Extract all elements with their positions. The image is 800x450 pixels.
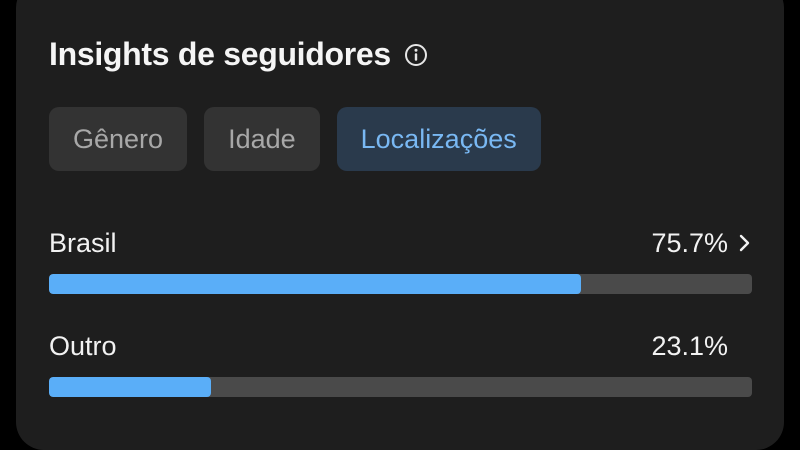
tab-genero[interactable]: Gênero [49,107,188,171]
location-percentage: 75.7% [651,227,728,258]
chevron-right-icon[interactable] [738,233,752,253]
location-label: Brasil [49,227,117,258]
header: Insights de seguidores [49,36,429,73]
info-circle-icon[interactable] [403,42,429,68]
progress-track [49,377,752,397]
page-title: Insights de seguidores [49,36,391,72]
progress-fill [49,377,212,397]
location-row-brasil[interactable]: Brasil 75.7% [49,225,752,294]
location-label: Outro [49,330,117,361]
location-row-outro: Outro 23.1% [49,328,752,397]
tab-bar: Gênero Idade Localizações [49,107,541,171]
tab-localizacoes[interactable]: Localizações [336,107,541,171]
progress-track [49,274,752,294]
progress-fill [49,274,582,294]
tab-idade[interactable]: Idade [204,107,320,171]
location-percentage: 23.1% [651,330,728,361]
